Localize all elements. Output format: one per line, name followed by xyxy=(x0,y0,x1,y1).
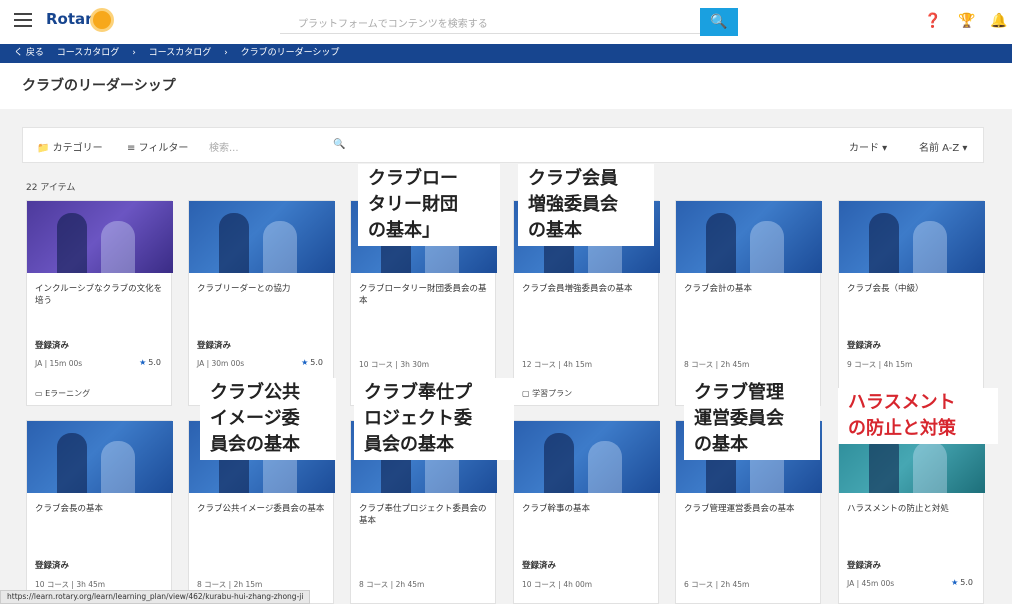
card-meta: 10 コース | 3h 45m xyxy=(35,580,106,589)
rating-value: 5.0 xyxy=(148,358,161,367)
card-status: 登録済み xyxy=(35,561,70,571)
card-title: クラブ会計の基本 xyxy=(684,284,753,294)
rotary-wheel-icon xyxy=(90,8,114,32)
course-card[interactable]: ハラスメントの防止と対処 登録済み JA | 45m 00s ★ 5.0 xyxy=(838,420,985,604)
card-thumbnail xyxy=(27,421,173,493)
card-meta: 8 コース | 2h 15m xyxy=(197,580,263,589)
catalog-search-input[interactable]: 検索... xyxy=(209,139,239,154)
search-button[interactable]: 🔍 xyxy=(700,8,738,36)
course-card[interactable]: クラブリーダーとの協力 登録済み JA | 30m 00s ★ 5.0 xyxy=(188,200,335,406)
overlay-caption: クラブ奉仕プ ロジェクト委 員会の基本 xyxy=(354,378,514,460)
course-card[interactable]: クラブ幹事の基本 登録済み 10 コース | 4h 00m xyxy=(513,420,660,604)
card-status: 登録済み xyxy=(847,561,882,571)
card-status: 登録済み xyxy=(522,561,557,571)
card-status: 登録済み xyxy=(35,341,70,351)
course-card[interactable]: インクルーシブなクラブの文化を培う 登録済み JA | 15m 00s ★ 5.0… xyxy=(26,200,173,406)
card-title: クラブ幹事の基本 xyxy=(522,504,591,514)
course-card[interactable]: クラブ会長の基本 登録済み 10 コース | 3h 45m xyxy=(26,420,173,604)
breadcrumb-item[interactable]: コースカタログ xyxy=(57,48,120,58)
filter-label: フィルター xyxy=(138,143,189,154)
title-strip: クラブのリーダーシップ xyxy=(0,63,1012,109)
category-button[interactable]: 📁 カテゴリー xyxy=(37,139,103,154)
status-url: https://learn.rotary.org/learn/learning_… xyxy=(0,590,311,604)
rating-value: 5.0 xyxy=(310,358,323,367)
help-icon[interactable]: ❓ xyxy=(924,13,941,29)
breadcrumb: く 戻る コースカタログ › コースカタログ › クラブのリーダーシップ xyxy=(0,44,1012,63)
bell-icon[interactable]: 🔔 xyxy=(990,13,1007,29)
card-thumbnail xyxy=(676,201,822,273)
breadcrumb-separator: › xyxy=(132,48,136,58)
sort-dropdown[interactable]: 名前 A-Z ▾ xyxy=(919,139,967,154)
elearning-icon: ▭ xyxy=(35,389,43,398)
page-title: クラブのリーダーシップ xyxy=(22,78,176,94)
menu-icon[interactable] xyxy=(14,13,32,27)
trophy-icon[interactable]: 🏆 xyxy=(958,13,975,29)
card-status: 登録済み xyxy=(847,341,882,351)
star-icon: ★ xyxy=(301,358,309,367)
search-icon[interactable]: 🔍 xyxy=(333,139,345,150)
card-type-label: Eラーニング xyxy=(45,389,91,398)
card-title: クラブ奉仕プロジェクト委員会の基本 xyxy=(359,504,487,526)
breadcrumb-separator: › xyxy=(224,48,228,58)
learning-plan-icon: ▢ xyxy=(522,389,530,398)
card-meta: 10 コース | 3h 30m xyxy=(359,360,430,369)
card-title: クラブ会員増強委員会の基本 xyxy=(522,284,633,294)
card-meta: 6 コース | 2h 45m xyxy=(684,580,750,589)
card-meta: JA | 15m 00s xyxy=(35,359,83,368)
card-title: クラブ管理運営委員会の基本 xyxy=(684,504,795,514)
card-title: クラブ会長（中級） xyxy=(847,284,924,294)
back-link[interactable]: く 戻る xyxy=(14,48,44,58)
card-meta: 9 コース | 4h 15m xyxy=(847,360,913,369)
overlay-caption: クラブ会員 増強委員会 の基本 xyxy=(518,164,654,246)
rating-value: 5.0 xyxy=(960,578,973,587)
course-card[interactable]: クラブ会計の基本 8 コース | 2h 45m xyxy=(675,200,822,406)
card-meta: 8 コース | 2h 45m xyxy=(684,360,750,369)
star-icon: ★ xyxy=(951,578,959,587)
search-input[interactable]: プラットフォームでコンテンツを検索する xyxy=(280,10,700,34)
card-status: 登録済み xyxy=(197,341,232,351)
overlay-caption-red: ハラスメント の防止と対策 xyxy=(838,388,998,444)
card-thumbnail xyxy=(839,201,985,273)
card-title: ハラスメントの防止と対処 xyxy=(847,504,949,514)
card-thumbnail xyxy=(27,201,173,273)
overlay-caption: クラブ管理 運営委員会 の基本 xyxy=(684,378,820,460)
card-rating: ★ 5.0 xyxy=(301,358,323,367)
overlay-caption: クラブロー タリー財団 の基本」 xyxy=(358,164,500,246)
top-bar: Rotary プラットフォームでコンテンツを検索する 🔍 ❓ 🏆 🔔 xyxy=(0,0,1012,44)
card-thumbnail xyxy=(514,421,660,493)
card-title: クラブ会長の基本 xyxy=(35,504,104,514)
breadcrumb-item: クラブのリーダーシップ xyxy=(240,48,340,58)
catalog-toolbar: 📁 カテゴリー ≡ フィルター 検索... 🔍 カード ▾ 名前 A-Z ▾ xyxy=(22,127,984,163)
card-rating: ★ 5.0 xyxy=(951,578,973,587)
card-title: インクルーシブなクラブの文化を培う xyxy=(35,284,163,306)
card-rating: ★ 5.0 xyxy=(139,358,161,367)
card-type: ▢ 学習プラン xyxy=(522,388,572,399)
view-dropdown[interactable]: カード ▾ xyxy=(849,139,887,154)
card-thumbnail xyxy=(189,201,335,273)
card-type-label: 学習プラン xyxy=(532,389,573,398)
course-card[interactable]: クラブ会長（中級） 登録済み 9 コース | 4h 15m xyxy=(838,200,985,406)
card-meta: 8 コース | 2h 45m xyxy=(359,580,425,589)
filter-button[interactable]: ≡ フィルター xyxy=(127,139,188,154)
star-icon: ★ xyxy=(139,358,147,367)
search-placeholder: プラットフォームでコンテンツを検索する xyxy=(298,19,488,30)
card-type: ▭ Eラーニング xyxy=(35,388,90,399)
card-meta: JA | 30m 00s xyxy=(197,359,245,368)
card-title: クラブリーダーとの協力 xyxy=(197,284,291,294)
card-title: クラブロータリー財団委員会の基本 xyxy=(359,284,487,306)
item-count: 22 アイテム xyxy=(26,183,76,193)
card-meta: 12 コース | 4h 15m xyxy=(522,360,593,369)
card-meta: 10 コース | 4h 00m xyxy=(522,580,593,589)
category-label: カテゴリー xyxy=(52,143,103,154)
card-meta: JA | 45m 00s xyxy=(847,579,895,588)
breadcrumb-item[interactable]: コースカタログ xyxy=(149,48,212,58)
card-title: クラブ公共イメージ委員会の基本 xyxy=(197,504,325,514)
overlay-caption: クラブ公共 イメージ委 員会の基本 xyxy=(200,378,336,460)
